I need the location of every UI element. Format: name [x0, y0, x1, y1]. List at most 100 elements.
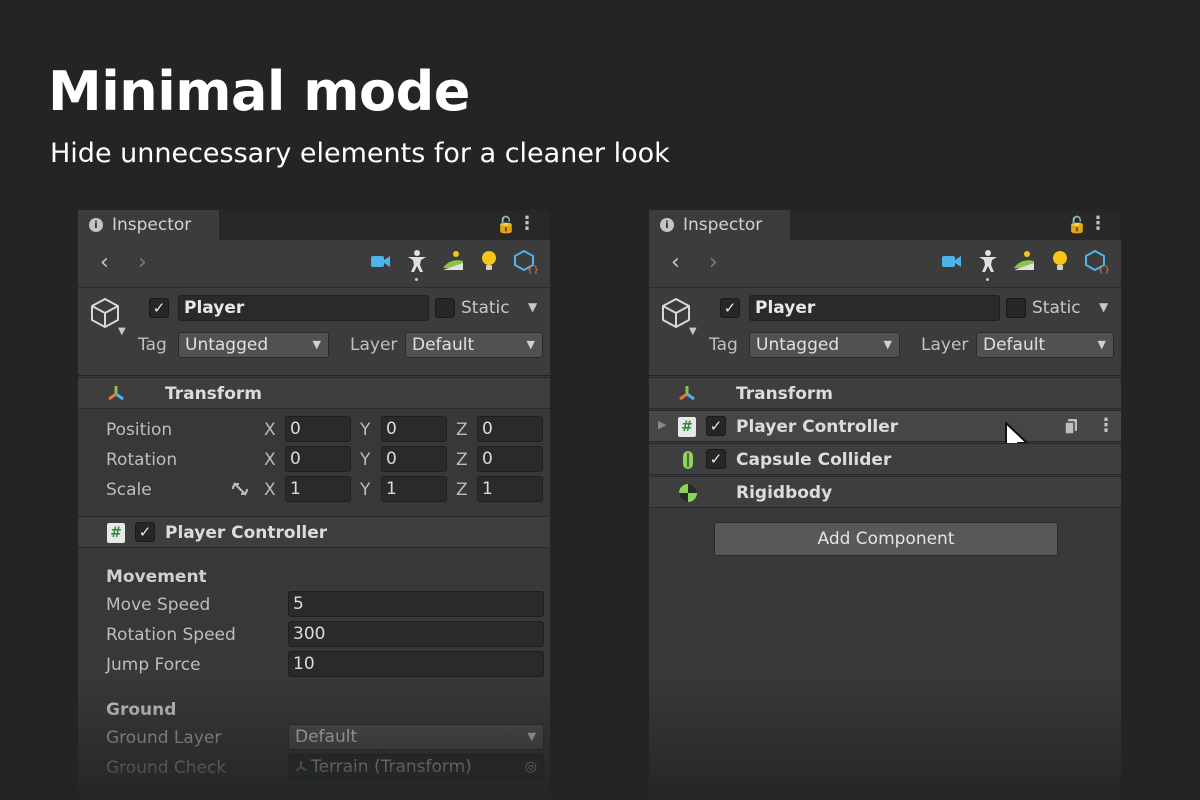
- chevron-down-icon: ▼: [526, 338, 535, 351]
- chevron-down-icon: ▼: [1097, 338, 1106, 351]
- more-options-icon[interactable]: ⋮: [1089, 213, 1107, 234]
- player-controller-title: Player Controller: [165, 523, 328, 543]
- light-icon[interactable]: [1047, 248, 1073, 274]
- subline: Hide unnecessary elements for a cleaner …: [50, 138, 670, 169]
- position-y-field[interactable]: 0: [381, 416, 447, 442]
- scale-label: Scale: [106, 480, 152, 500]
- tab-inspector[interactable]: i Inspector: [649, 210, 790, 240]
- capsule-collider-title: Capsule Collider: [736, 450, 892, 470]
- capsule-collider-header[interactable]: ✓ Capsule Collider: [649, 443, 1121, 475]
- chevron-down-icon[interactable]: ▼: [118, 326, 126, 337]
- active-checkbox[interactable]: ✓: [149, 298, 169, 318]
- transform-icon: [108, 386, 124, 401]
- axis-x-label[interactable]: X: [264, 420, 276, 440]
- foldout-arrow-icon[interactable]: ▶: [658, 418, 666, 431]
- terrain-icon[interactable]: [440, 248, 466, 274]
- capsule-collider-enabled-checkbox[interactable]: ✓: [706, 449, 726, 469]
- rotation-z-field[interactable]: 0: [477, 446, 543, 472]
- rotation-x-field[interactable]: 0: [285, 446, 351, 472]
- copy-icon[interactable]: [1063, 418, 1079, 436]
- layer-label: Layer: [921, 335, 969, 355]
- tag-dropdown[interactable]: Untagged ▼: [178, 332, 329, 358]
- chevron-down-icon[interactable]: ▼: [689, 326, 697, 337]
- prefab-icon[interactable]: {}: [512, 248, 538, 274]
- axis-y-label[interactable]: Y: [360, 480, 370, 500]
- cube-icon[interactable]: [659, 296, 693, 330]
- avatar-icon[interactable]: [404, 248, 430, 274]
- chevron-down-icon: ▼: [312, 338, 321, 351]
- axis-y-label[interactable]: Y: [360, 420, 370, 440]
- jump-force-label: Jump Force: [106, 655, 201, 675]
- rigidbody-header[interactable]: Rigidbody: [649, 476, 1121, 508]
- static-checkbox[interactable]: [435, 298, 455, 318]
- axis-y-label[interactable]: Y: [360, 450, 370, 470]
- rotation-y-field[interactable]: 0: [381, 446, 447, 472]
- player-controller-header[interactable]: # ✓ Player Controller: [78, 516, 550, 548]
- object-picker-icon[interactable]: ◎: [525, 755, 537, 779]
- script-icon: #: [678, 417, 696, 437]
- move-speed-label: Move Speed: [106, 595, 211, 615]
- tab-inspector[interactable]: i Inspector: [78, 210, 219, 240]
- back-icon[interactable]: ‹: [100, 250, 109, 275]
- terrain-icon[interactable]: [1011, 248, 1037, 274]
- active-checkbox[interactable]: ✓: [720, 298, 740, 318]
- axis-z-label[interactable]: Z: [456, 480, 468, 500]
- forward-icon[interactable]: ›: [709, 250, 718, 275]
- scale-z-field[interactable]: 1: [477, 476, 543, 502]
- axis-z-label[interactable]: Z: [456, 420, 468, 440]
- info-icon: i: [89, 218, 103, 232]
- inspector-panel-default: i Inspector 🔓 ⋮ ‹ › {} ▼ ✓ Player Static…: [78, 210, 550, 800]
- position-x-field[interactable]: 0: [285, 416, 351, 442]
- layer-dropdown[interactable]: Default ▼: [405, 332, 543, 358]
- rotation-speed-label: Rotation Speed: [106, 625, 236, 645]
- layer-dropdown[interactable]: Default ▼: [976, 332, 1114, 358]
- tab-bar: i Inspector 🔓 ⋮: [649, 210, 1121, 240]
- ground-layer-dropdown[interactable]: Default ▼: [288, 724, 544, 750]
- ground-check-label: Ground Check: [106, 758, 227, 778]
- ground-layer-value: Default: [295, 727, 358, 747]
- player-controller-enabled-checkbox[interactable]: ✓: [135, 522, 155, 542]
- camera-icon[interactable]: [368, 248, 394, 274]
- player-controller-header[interactable]: ▶ # ✓ Player Controller ⋮: [649, 410, 1121, 458]
- capsule-collider-icon: [683, 451, 693, 469]
- layer-value: Default: [983, 335, 1046, 355]
- more-options-icon[interactable]: ⋮: [518, 213, 536, 234]
- object-name-field[interactable]: Player: [749, 295, 1000, 321]
- static-checkbox[interactable]: [1006, 298, 1026, 318]
- axis-x-label[interactable]: X: [264, 480, 276, 500]
- forward-icon[interactable]: ›: [138, 250, 147, 275]
- unlink-icon[interactable]: [230, 480, 250, 498]
- scale-y-field[interactable]: 1: [381, 476, 447, 502]
- selected-indicator: [415, 278, 418, 281]
- static-dropdown-icon[interactable]: ▼: [528, 300, 537, 314]
- axis-x-label[interactable]: X: [264, 450, 276, 470]
- gameobject-header: ▼ ✓ Player Static ▼ Tag Untagged ▼ Layer…: [78, 288, 550, 376]
- cube-icon[interactable]: [88, 296, 122, 330]
- static-dropdown-icon[interactable]: ▼: [1099, 300, 1108, 314]
- light-icon[interactable]: [476, 248, 502, 274]
- avatar-icon[interactable]: [975, 248, 1001, 274]
- headline: Minimal mode: [48, 60, 470, 123]
- tag-dropdown[interactable]: Untagged ▼: [749, 332, 900, 358]
- jump-force-field[interactable]: 10: [288, 651, 544, 677]
- camera-icon[interactable]: [939, 248, 965, 274]
- back-icon[interactable]: ‹: [671, 250, 680, 275]
- lock-icon[interactable]: 🔓: [1067, 215, 1087, 234]
- ground-check-field[interactable]: Terrain (Transform) ◎: [288, 754, 544, 780]
- position-z-field[interactable]: 0: [477, 416, 543, 442]
- transform-header[interactable]: Transform: [649, 377, 1121, 409]
- axis-z-label[interactable]: Z: [456, 450, 468, 470]
- scale-x-field[interactable]: 1: [285, 476, 351, 502]
- rotation-speed-field[interactable]: 300: [288, 621, 544, 647]
- transform-header[interactable]: Transform: [78, 377, 550, 409]
- move-speed-field[interactable]: 5: [288, 591, 544, 617]
- ground-layer-label: Ground Layer: [106, 728, 222, 748]
- lock-icon[interactable]: 🔓: [496, 215, 516, 234]
- more-options-icon[interactable]: ⋮: [1097, 415, 1115, 436]
- player-controller-enabled-checkbox[interactable]: ✓: [706, 416, 726, 436]
- movement-header: Movement: [106, 567, 207, 587]
- add-component-button[interactable]: Add Component: [714, 522, 1058, 556]
- object-name-field[interactable]: Player: [178, 295, 429, 321]
- prefab-icon[interactable]: {}: [1083, 248, 1109, 274]
- svg-text:{}: {}: [1098, 265, 1109, 274]
